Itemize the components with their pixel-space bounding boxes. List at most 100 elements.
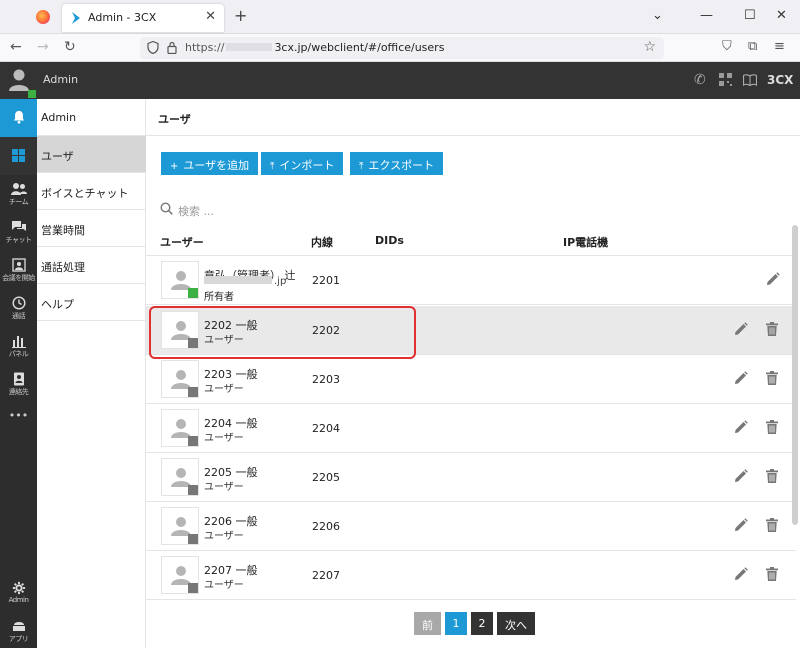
tab-close-icon[interactable]: ✕ xyxy=(205,9,216,24)
rail-label: チーム xyxy=(8,198,29,206)
rail-item-more[interactable]: ••• xyxy=(0,403,37,441)
user-avatar-icon[interactable] xyxy=(8,68,30,92)
export-button[interactable]: ⤒ エクスポート xyxy=(350,152,444,175)
table-row[interactable]: 2205 一般 ユーザー 2205 xyxy=(146,453,796,502)
trash-icon[interactable] xyxy=(765,567,779,581)
user-role: 所有者 xyxy=(204,292,234,303)
close-window-button[interactable]: ✕ xyxy=(776,8,787,23)
pagination-prev-button[interactable]: 前 xyxy=(414,612,441,635)
subnav-item-call-handling[interactable]: 通話処理 xyxy=(37,247,146,284)
edit-pencil-icon[interactable] xyxy=(734,322,748,336)
rail-label: 会議を開始 xyxy=(2,274,35,282)
rail-item-team[interactable]: チーム xyxy=(0,175,37,213)
column-header-extension[interactable]: 内線 xyxy=(311,234,333,250)
rail-item-chat[interactable]: チャット xyxy=(0,213,37,251)
pocket-icon[interactable]: ⛉ xyxy=(722,39,732,54)
qr-code-icon[interactable] xyxy=(719,73,732,86)
browser-tab[interactable]: Admin - 3CX ✕ xyxy=(62,4,224,32)
table-row[interactable]: 2206 一般 ユーザー 2206 xyxy=(146,502,796,551)
rail-item-admin[interactable]: Admin xyxy=(0,574,37,612)
search-field[interactable]: 検索 ... xyxy=(160,201,790,219)
page-title: ユーザ xyxy=(158,113,191,126)
url-bar[interactable]: https://3cx.jp/webclient/#/office/users … xyxy=(140,37,664,59)
phone-icon[interactable]: ✆ xyxy=(694,72,706,88)
rail-label: チャット xyxy=(5,236,32,244)
shield-icon[interactable] xyxy=(147,41,159,54)
person-icon xyxy=(171,566,191,585)
team-icon xyxy=(10,183,27,195)
forward-icon[interactable]: → xyxy=(37,39,49,55)
subnav-item-voice-chat[interactable]: ボイスとチャット xyxy=(37,173,146,210)
table-scrollbar[interactable] xyxy=(792,225,798,525)
subnav-item-admin[interactable]: Admin xyxy=(37,99,146,136)
person-icon xyxy=(171,468,191,487)
bookmark-star-icon[interactable]: ☆ xyxy=(643,39,656,55)
rail-item-calls[interactable]: 通話 xyxy=(0,289,37,327)
maximize-button[interactable]: ☐ xyxy=(744,8,756,23)
table-row[interactable]: 2204 一般 ユーザー 2204 xyxy=(146,404,796,453)
tab-title: Admin - 3CX xyxy=(88,11,157,24)
rail-label: Admin xyxy=(8,596,29,604)
firefox-icon[interactable] xyxy=(36,10,50,24)
table-row[interactable]: 章弘（管理者） 辻 .jp 所有者 2201 xyxy=(146,256,796,305)
add-user-button[interactable]: + ユーザを追加 xyxy=(161,152,259,175)
rail-item-office[interactable] xyxy=(0,137,37,175)
title-divider xyxy=(146,135,800,136)
user-extension: 2206 xyxy=(312,520,340,533)
user-avatar xyxy=(161,409,199,447)
edit-pencil-icon[interactable] xyxy=(734,518,748,532)
presence-status-indicator xyxy=(188,485,198,495)
search-input[interactable]: 検索 ... xyxy=(178,203,214,219)
menu-icon[interactable]: ≡ xyxy=(774,39,785,54)
meeting-icon xyxy=(11,258,26,272)
trash-icon[interactable] xyxy=(765,371,779,385)
pagination-page-1[interactable]: 1 xyxy=(445,612,467,635)
column-header-ip-phone[interactable]: IP電話機 xyxy=(563,234,608,250)
person-icon xyxy=(171,419,191,438)
pagination-next-button[interactable]: 次へ xyxy=(497,612,535,635)
edit-pencil-icon[interactable] xyxy=(734,469,748,483)
presence-status-indicator xyxy=(188,436,198,446)
trash-icon[interactable] xyxy=(765,518,779,532)
person-icon xyxy=(171,517,191,536)
apps-icon xyxy=(12,622,25,631)
user-extension: 2201 xyxy=(312,274,340,287)
table-header: ユーザー 内線 DIDs IP電話機 xyxy=(160,234,790,254)
lock-icon[interactable] xyxy=(167,41,177,54)
table-row[interactable]: 2203 一般 ユーザー 2203 xyxy=(146,355,796,404)
edit-pencil-icon[interactable] xyxy=(734,371,748,385)
import-button[interactable]: ⤒ インポート xyxy=(261,152,344,175)
new-tab-button[interactable]: + xyxy=(234,6,247,25)
edit-pencil-icon[interactable] xyxy=(766,272,780,286)
subnav-item-office-hours[interactable]: 営業時間 xyxy=(37,210,146,247)
rail-item-apps[interactable]: アプリ xyxy=(0,612,37,648)
rail-item-contacts[interactable]: 連絡先 xyxy=(0,365,37,403)
trash-icon[interactable] xyxy=(765,322,779,336)
extensions-icon[interactable]: ⧉ xyxy=(748,39,757,54)
subnav-item-users[interactable]: ユーザ xyxy=(37,136,146,173)
gear-icon xyxy=(12,581,25,595)
rail-item-notifications[interactable] xyxy=(0,99,37,137)
trash-icon[interactable] xyxy=(765,420,779,434)
3cx-favicon-icon xyxy=(72,12,80,24)
back-icon[interactable]: ← xyxy=(10,39,22,55)
edit-pencil-icon[interactable] xyxy=(734,420,748,434)
browser-nav-bar: ← → ↻ https://3cx.jp/webclient/#/office/… xyxy=(0,34,800,62)
minimize-button[interactable]: — xyxy=(700,8,713,23)
tab-list-icon[interactable]: ⌄ xyxy=(652,8,663,23)
table-row[interactable]: 2207 一般 ユーザー 2207 xyxy=(146,551,796,600)
trash-icon[interactable] xyxy=(765,469,779,483)
contacts-icon xyxy=(13,372,24,386)
column-header-dids[interactable]: DIDs xyxy=(375,234,404,247)
column-header-user[interactable]: ユーザー xyxy=(160,234,204,250)
reload-icon[interactable]: ↻ xyxy=(64,39,76,55)
edit-pencil-icon[interactable] xyxy=(734,567,748,581)
pagination-page-2[interactable]: 2 xyxy=(471,612,493,635)
rail-item-meeting[interactable]: 会議を開始 xyxy=(0,251,37,289)
subnav-item-help[interactable]: ヘルプ xyxy=(37,284,146,321)
book-icon[interactable] xyxy=(743,74,757,86)
rail-item-panel[interactable]: パネル xyxy=(0,327,37,365)
rail-label: アプリ xyxy=(8,635,29,643)
rail-label: 通話 xyxy=(12,312,26,320)
user-email: .jp xyxy=(204,276,286,287)
